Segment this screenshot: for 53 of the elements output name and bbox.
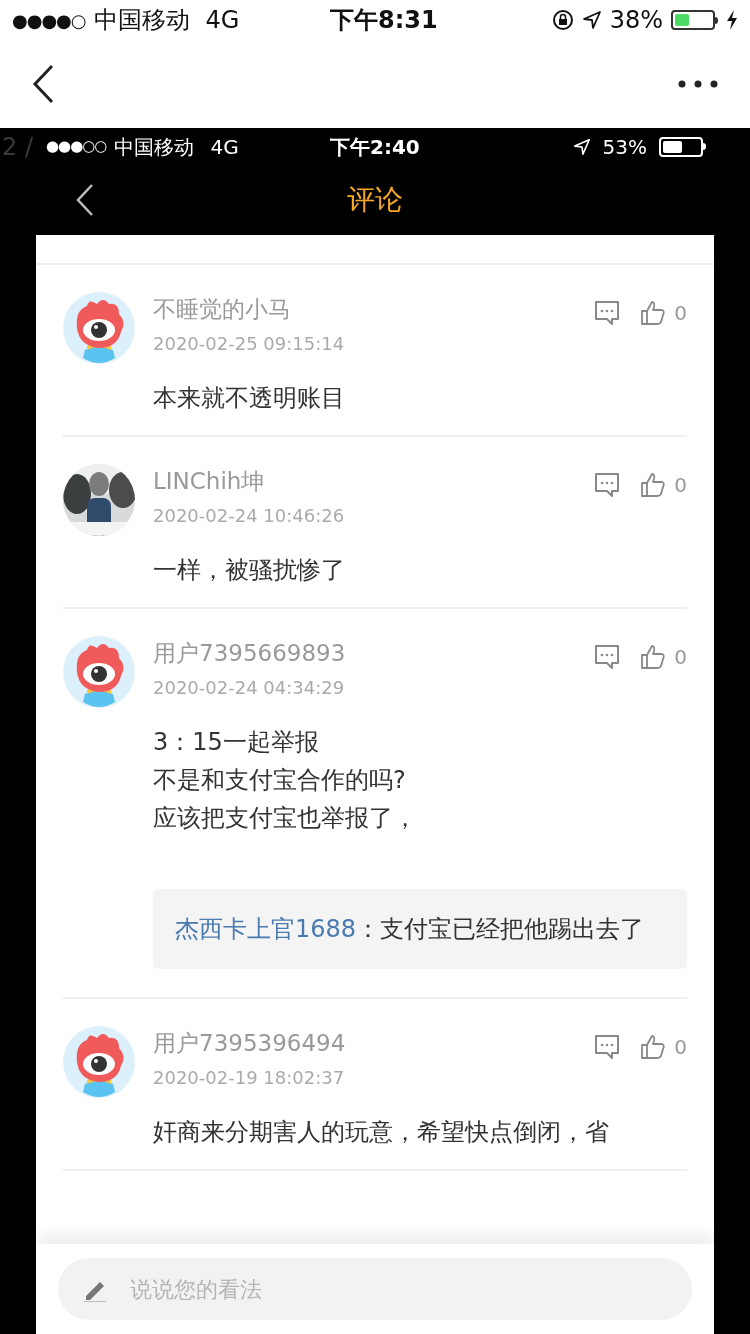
like-count: 0 <box>674 644 687 671</box>
timestamp: 2020-02-25 09:15:14 <box>153 332 346 356</box>
avatar-icon <box>63 1026 135 1098</box>
timestamp: 2020-02-24 10:46:26 <box>153 504 346 528</box>
comment-text: 奸商来分期害人的玩意，希望快点倒闭，省 <box>153 1117 610 1148</box>
comment-text: 应该把支付宝也举报了， <box>153 803 418 834</box>
comment-input-field[interactable]: 说说您的看法 <box>58 1258 692 1320</box>
clock: 下午2:40 <box>330 133 420 161</box>
back-icon[interactable] <box>76 183 94 217</box>
carrier-name: 中国移动 <box>93 5 190 36</box>
username[interactable]: 用户7395396494 <box>153 1026 595 1060</box>
network-type: 4G <box>210 133 239 161</box>
comment-icon[interactable] <box>594 1034 621 1060</box>
location-arrow-icon <box>572 137 591 156</box>
like-count: 0 <box>674 300 687 327</box>
signal-strength: ●●●○○ <box>46 136 107 158</box>
charging-bolt-icon <box>726 10 738 30</box>
thumbs-up-icon[interactable] <box>640 644 667 670</box>
reply-text: ：支付宝已经把他踢出去了 <box>356 915 645 943</box>
thumbs-up-icon[interactable] <box>640 300 667 326</box>
back-icon[interactable] <box>32 64 54 104</box>
like-count: 0 <box>674 1034 687 1061</box>
timestamp: 2020-02-24 04:34:29 <box>153 676 346 700</box>
username[interactable]: 不睡觉的小马 <box>153 292 595 326</box>
battery-icon <box>659 136 706 157</box>
thumbs-up-icon[interactable] <box>640 472 667 498</box>
timestamp: 2020-02-19 18:02:37 <box>153 1066 346 1090</box>
battery-percentage: 53% <box>602 133 647 161</box>
comment-text: 3：15一起举报 <box>153 727 320 758</box>
battery-icon <box>671 10 718 30</box>
comment-text: 不是和支付宝合作的吗? <box>153 765 407 796</box>
location-arrow-icon <box>581 10 602 30</box>
reply-username[interactable]: 杰西卡上官1688 <box>175 915 357 943</box>
username[interactable]: LINChih坤 <box>153 464 595 498</box>
thumbs-up-icon[interactable] <box>640 1034 667 1060</box>
page-title: 评论 <box>347 182 403 218</box>
carrier-name: 中国移动 <box>114 133 195 161</box>
comment-icon[interactable] <box>594 472 621 498</box>
like-count: 0 <box>674 472 687 499</box>
battery-percentage: 38% <box>609 5 663 36</box>
avatar-icon <box>63 292 135 364</box>
username[interactable]: 用户7395669893 <box>153 636 595 670</box>
network-type: 4G <box>205 5 240 36</box>
page-indicator: 2 / <box>2 131 33 163</box>
avatar-icon <box>63 636 135 708</box>
signal-strength: ●●●●○ <box>12 8 86 33</box>
rotation-lock-icon <box>551 9 574 31</box>
comment-text: 本来就不透明账目 <box>153 383 346 414</box>
comment-icon[interactable] <box>594 300 621 326</box>
more-icon[interactable] <box>678 80 718 88</box>
clock: 下午8:31 <box>330 5 438 36</box>
comment-text: 一样，被骚扰惨了 <box>153 555 346 586</box>
comment-icon[interactable] <box>594 644 621 670</box>
